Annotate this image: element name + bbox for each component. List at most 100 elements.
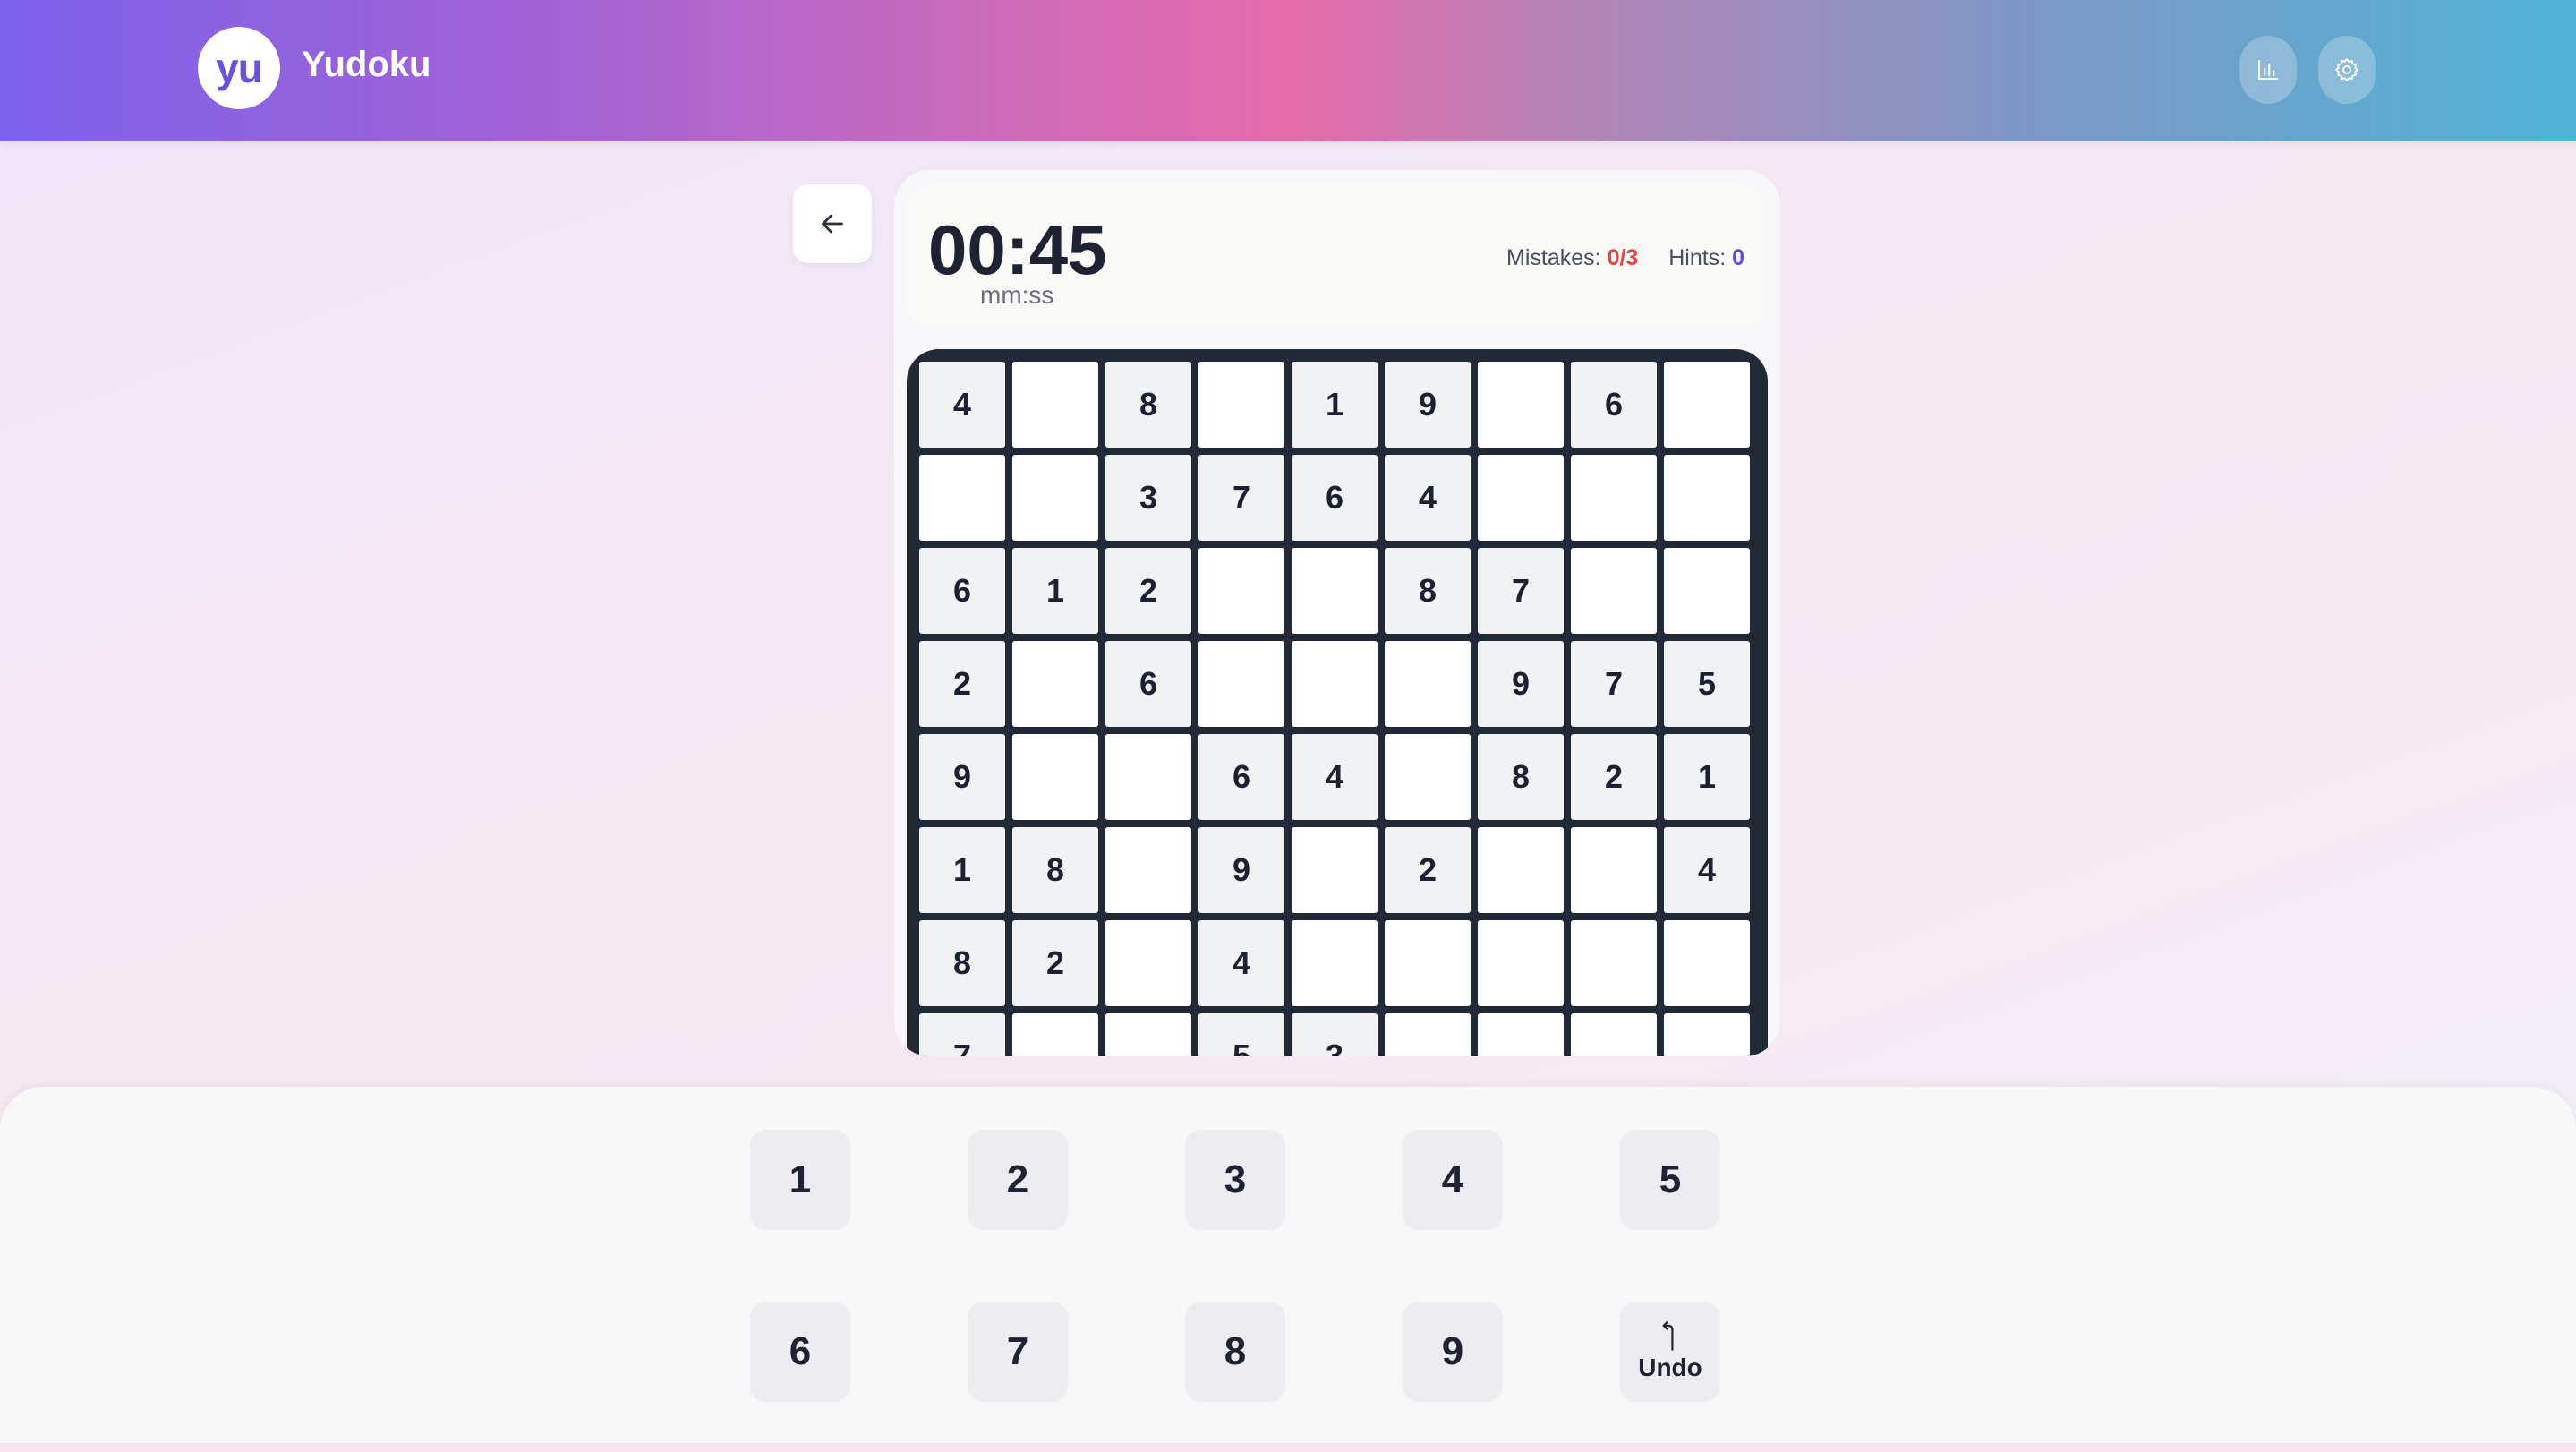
- mistakes-label: Mistakes:: [1506, 245, 1601, 270]
- sudoku-cell[interactable]: 9: [1478, 641, 1564, 727]
- sudoku-cell[interactable]: 7: [919, 1013, 1005, 1056]
- sudoku-cell[interactable]: [1292, 827, 1378, 913]
- back-button[interactable]: [793, 184, 872, 263]
- sudoku-cell[interactable]: [1385, 641, 1471, 727]
- sudoku-cell[interactable]: 1: [1664, 734, 1750, 820]
- sudoku-cell[interactable]: 9: [1198, 827, 1284, 913]
- key-1[interactable]: 1: [750, 1130, 850, 1230]
- sudoku-cell[interactable]: [1478, 362, 1564, 448]
- sudoku-cell[interactable]: 6: [1105, 641, 1191, 727]
- sudoku-cell[interactable]: [1385, 920, 1471, 1006]
- sudoku-cell[interactable]: 2: [1571, 734, 1657, 820]
- sudoku-cell[interactable]: 3: [1105, 455, 1191, 541]
- sudoku-cell[interactable]: 4: [919, 362, 1005, 448]
- number-keypad: 1 2 3 4 5 6 7 8 9 Undo: [0, 1087, 2576, 1452]
- game-stats: Mistakes: 0/3 Hints: 0: [1506, 245, 1744, 271]
- sudoku-cell[interactable]: [1664, 455, 1750, 541]
- sudoku-cell[interactable]: [1571, 1013, 1657, 1056]
- sudoku-cell[interactable]: 2: [1385, 827, 1471, 913]
- sudoku-cell[interactable]: [1478, 1013, 1564, 1056]
- undo-label: Undo: [1638, 1354, 1702, 1381]
- sudoku-cell[interactable]: [1664, 548, 1750, 634]
- sudoku-cell[interactable]: 4: [1292, 734, 1378, 820]
- sudoku-cell[interactable]: [1664, 1013, 1750, 1056]
- key-9[interactable]: 9: [1403, 1302, 1503, 1402]
- sudoku-cell[interactable]: [1478, 920, 1564, 1006]
- sudoku-cell[interactable]: [1105, 1013, 1191, 1056]
- undo-button[interactable]: Undo: [1620, 1302, 1720, 1402]
- sudoku-cell[interactable]: [1664, 362, 1750, 448]
- sudoku-cell[interactable]: 8: [1478, 734, 1564, 820]
- sudoku-cell[interactable]: 8: [919, 920, 1005, 1006]
- sudoku-cell[interactable]: [1198, 548, 1284, 634]
- sudoku-cell[interactable]: 4: [1385, 455, 1471, 541]
- sudoku-cell[interactable]: 8: [1012, 827, 1098, 913]
- sudoku-cell[interactable]: 2: [1012, 920, 1098, 1006]
- key-6[interactable]: 6: [750, 1302, 850, 1402]
- sudoku-board: 481963764612872697596482118924824753: [907, 349, 1768, 1056]
- sudoku-cell[interactable]: [1012, 455, 1098, 541]
- key-4[interactable]: 4: [1403, 1130, 1503, 1230]
- sudoku-cell[interactable]: 8: [1105, 362, 1191, 448]
- sudoku-cell[interactable]: [1012, 1013, 1098, 1056]
- sudoku-cell[interactable]: 1: [1012, 548, 1098, 634]
- sudoku-cell[interactable]: 9: [1385, 362, 1471, 448]
- sudoku-cell[interactable]: 6: [1571, 362, 1657, 448]
- sudoku-cell[interactable]: [1571, 827, 1657, 913]
- sudoku-cell[interactable]: 5: [1664, 641, 1750, 727]
- sudoku-cell[interactable]: [1105, 827, 1191, 913]
- sudoku-cell[interactable]: [1292, 920, 1378, 1006]
- sudoku-cell[interactable]: [1664, 920, 1750, 1006]
- sudoku-cell[interactable]: 6: [1198, 734, 1284, 820]
- sudoku-cell[interactable]: 3: [1292, 1013, 1378, 1056]
- hints-label: Hints:: [1668, 245, 1727, 270]
- sudoku-cell[interactable]: 8: [1385, 548, 1471, 634]
- sudoku-cell[interactable]: 9: [919, 734, 1005, 820]
- sudoku-cell[interactable]: 4: [1664, 827, 1750, 913]
- sudoku-cell[interactable]: [1198, 641, 1284, 727]
- sudoku-cell[interactable]: 2: [1105, 548, 1191, 634]
- sudoku-cell[interactable]: [1385, 734, 1471, 820]
- sudoku-cell[interactable]: [1105, 920, 1191, 1006]
- sudoku-cell[interactable]: [1571, 920, 1657, 1006]
- sudoku-cell[interactable]: [1478, 455, 1564, 541]
- sudoku-cell[interactable]: [1385, 1013, 1471, 1056]
- sudoku-cell[interactable]: 2: [919, 641, 1005, 727]
- bar-chart-icon: [2258, 60, 2278, 80]
- sudoku-cell[interactable]: 1: [919, 827, 1005, 913]
- key-3[interactable]: 3: [1185, 1130, 1285, 1230]
- mistakes-value: 0/3: [1607, 245, 1639, 270]
- top-bar: yu Yudoku: [0, 0, 2576, 141]
- sudoku-cell[interactable]: 7: [1478, 548, 1564, 634]
- arrow-left-icon: [822, 214, 843, 234]
- sudoku-cell[interactable]: [1198, 362, 1284, 448]
- key-8[interactable]: 8: [1185, 1302, 1285, 1402]
- sudoku-cell[interactable]: 6: [919, 548, 1005, 634]
- gear-icon: [2335, 58, 2358, 81]
- sudoku-cell[interactable]: [1292, 641, 1378, 727]
- sudoku-cell[interactable]: [1012, 734, 1098, 820]
- sudoku-cell[interactable]: 6: [1292, 455, 1378, 541]
- sudoku-cell[interactable]: [1292, 548, 1378, 634]
- sudoku-cell[interactable]: [1571, 548, 1657, 634]
- key-2[interactable]: 2: [968, 1130, 1068, 1230]
- undo-icon: [1662, 1321, 1674, 1351]
- sudoku-cell[interactable]: [1012, 641, 1098, 727]
- sudoku-cell[interactable]: [1105, 734, 1191, 820]
- sudoku-cell[interactable]: [919, 455, 1005, 541]
- sudoku-cell[interactable]: 7: [1571, 641, 1657, 727]
- sudoku-cell[interactable]: [1012, 362, 1098, 448]
- sudoku-cell[interactable]: [1478, 827, 1564, 913]
- settings-button[interactable]: [2318, 36, 2376, 104]
- sudoku-cell[interactable]: [1571, 455, 1657, 541]
- sudoku-cell[interactable]: 1: [1292, 362, 1378, 448]
- key-7[interactable]: 7: [968, 1302, 1068, 1402]
- key-5[interactable]: 5: [1620, 1130, 1720, 1230]
- timer-unit: mm:ss: [980, 281, 1054, 309]
- sudoku-cell[interactable]: 5: [1198, 1013, 1284, 1056]
- sudoku-grid: 481963764612872697596482118924824753: [919, 362, 1755, 1056]
- sudoku-cell[interactable]: 4: [1198, 920, 1284, 1006]
- app-logo[interactable]: yu: [198, 27, 280, 109]
- stats-button[interactable]: [2239, 36, 2297, 104]
- sudoku-cell[interactable]: 7: [1198, 455, 1284, 541]
